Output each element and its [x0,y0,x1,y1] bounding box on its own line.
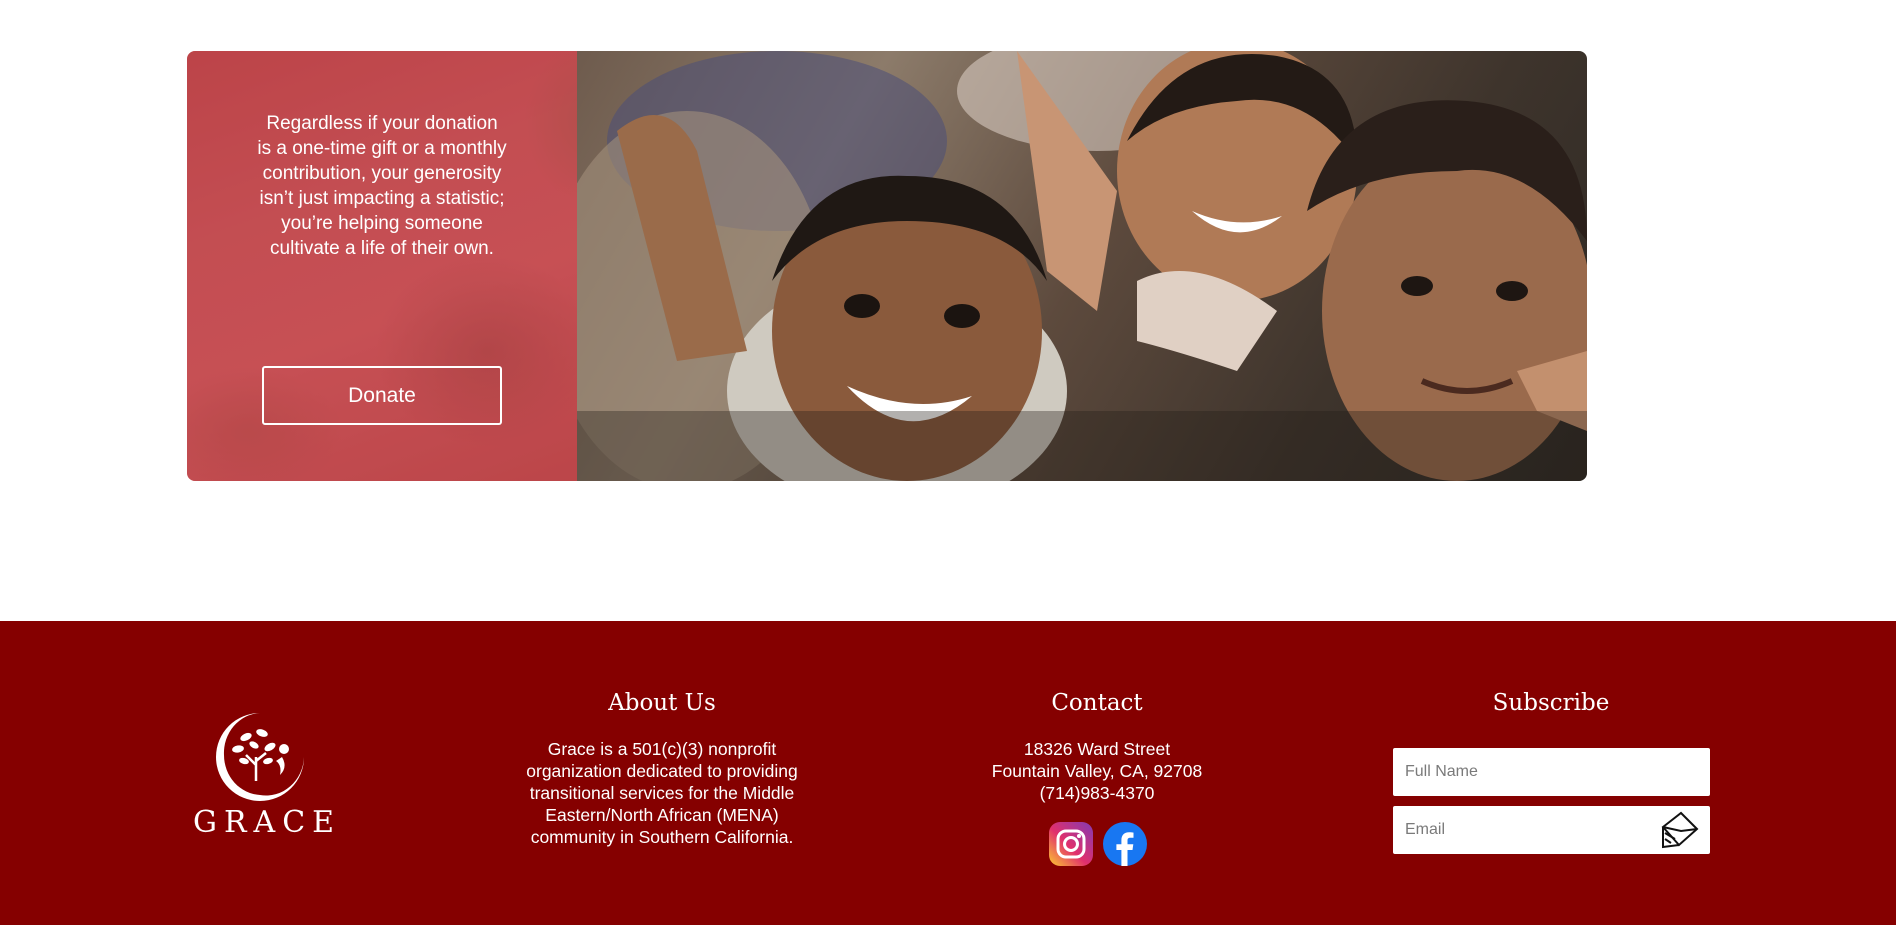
envelope-send-icon[interactable] [1659,809,1701,851]
contact-street: 18326 Ward Street [1023,739,1171,759]
subscribe-heading: Subscribe [1492,690,1610,716]
social-links [1049,822,1147,866]
about-heading: About Us [608,690,716,716]
contact-phone[interactable]: (714)983-4370 [972,782,1222,804]
contact-info: 18326 Ward Street Fountain Valley, CA, 9… [972,738,1222,804]
donation-panel: Regardless if your donation is a one-tim… [187,51,577,481]
logo-wordmark: GRACE [193,805,342,840]
contact-heading: Contact [1051,690,1143,716]
site-footer: GRACE About Us Grace is a 501(c)(3) nonp… [0,621,1896,925]
donation-message: Regardless if your donation is a one-tim… [257,113,507,259]
contact-city: Fountain Valley, CA, 92708 [991,761,1203,781]
donation-banner: Regardless if your donation is a one-tim… [187,51,1587,481]
children-photo [577,51,1587,481]
tree-circle-logo-icon [216,713,304,801]
instagram-icon[interactable] [1049,822,1093,866]
facebook-icon[interactable] [1103,822,1147,866]
about-text: Grace is a 501(c)(3) nonprofit organizat… [526,739,798,847]
full-name-input[interactable] [1393,748,1710,796]
grace-logo[interactable]: GRACE [187,709,342,840]
children-photo-illustration [577,51,1587,481]
donate-button[interactable]: Donate [262,366,502,425]
